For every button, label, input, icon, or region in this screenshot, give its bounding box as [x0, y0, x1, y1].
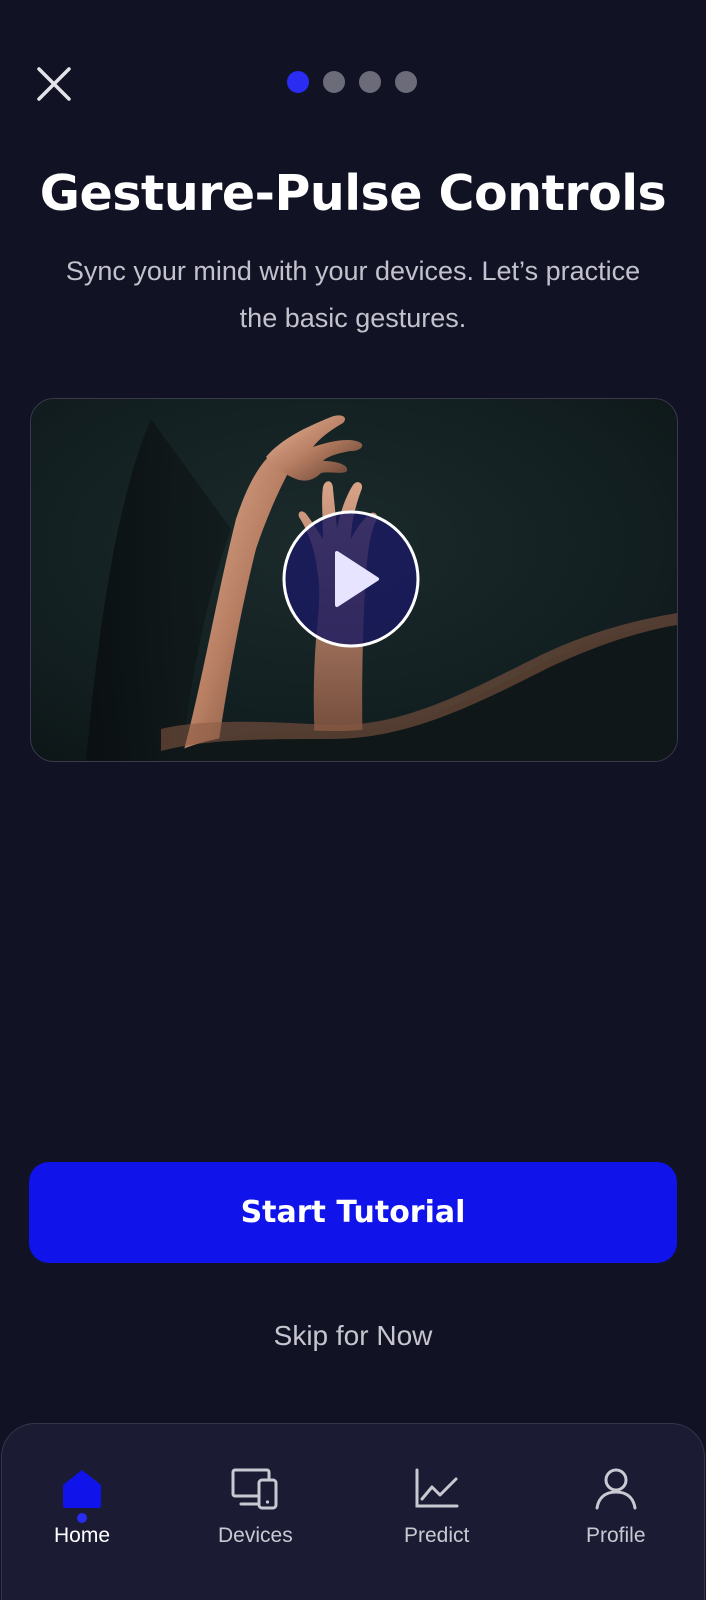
tab-predict[interactable]: Predict: [404, 1464, 469, 1548]
page-dot-3[interactable]: [359, 71, 381, 93]
tab-profile[interactable]: Profile: [586, 1464, 646, 1548]
page-title: Gesture-Pulse Controls: [39, 165, 667, 222]
close-button[interactable]: [32, 62, 76, 106]
home-icon: [58, 1464, 106, 1512]
start-tutorial-button[interactable]: Start Tutorial: [29, 1162, 677, 1263]
active-tab-indicator: [77, 1513, 88, 1523]
play-button[interactable]: [281, 509, 421, 649]
play-icon: [282, 510, 420, 648]
skip-button[interactable]: Skip for Now: [0, 1320, 706, 1352]
tab-predict-label: Predict: [404, 1524, 470, 1547]
pagination-dots: [287, 71, 417, 93]
page-dot-1[interactable]: [287, 71, 309, 93]
user-icon: [592, 1464, 640, 1512]
tab-home-label: Home: [54, 1524, 111, 1547]
video-player[interactable]: [30, 398, 678, 762]
tab-devices[interactable]: Devices: [218, 1464, 293, 1548]
page-dot-2[interactable]: [323, 71, 345, 93]
tab-profile-label: Profile: [586, 1524, 646, 1547]
page-subtitle: Sync your mind with your devices. Let’s …: [65, 256, 641, 333]
tab-home[interactable]: Home: [54, 1464, 110, 1548]
devices-icon: [231, 1464, 279, 1512]
tab-devices-label: Devices: [218, 1524, 293, 1547]
onboarding-screen: Gesture-Pulse Controls Sync your mind wi…: [0, 0, 706, 1600]
close-icon: [37, 67, 71, 101]
bottom-tab-bar: Home Devices Predict Profile: [1, 1423, 705, 1600]
page-dot-4[interactable]: [395, 71, 417, 93]
chart-icon: [413, 1464, 461, 1512]
